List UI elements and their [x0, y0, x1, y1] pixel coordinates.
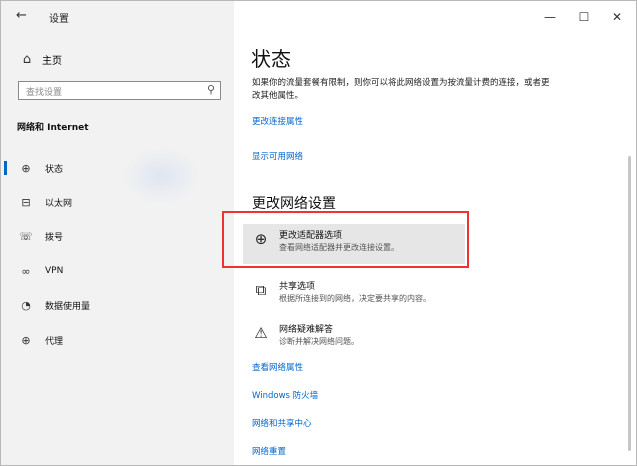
highlight-box: [222, 211, 469, 268]
close-button[interactable]: ✕: [600, 6, 634, 28]
page-title: 状态: [251, 47, 291, 71]
option-title: 共享选项: [279, 282, 316, 292]
network-troubleshooter[interactable]: ⚠ 网络疑难解答 诊断并解决网络问题。: [243, 318, 465, 358]
network-reset-link[interactable]: 网络重置: [252, 445, 286, 457]
maximize-button[interactable]: ☐: [567, 6, 601, 28]
sidebar: ⌂ 主页 查找设置 ⚲ 网络和 Internet ⊕ 状态 ⊟ 以太网 ☏ 拨号…: [1, 1, 234, 465]
sidebar-item-label: 状态: [45, 164, 64, 175]
sidebar-item-label: VPN: [45, 266, 64, 276]
sidebar-item-label: 以太网: [45, 198, 73, 209]
sidebar-home[interactable]: ⌂ 主页: [20, 52, 62, 67]
sidebar-item-label: 数据使用量: [45, 301, 91, 312]
sidebar-item-status[interactable]: ⊕ 状态: [1, 156, 234, 180]
sidebar-item-vpn[interactable]: ∞ VPN: [1, 259, 234, 283]
sidebar-item-ethernet[interactable]: ⊟ 以太网: [1, 190, 234, 214]
change-connection-properties-link[interactable]: 更改连接属性: [252, 115, 303, 127]
settings-window: ⌂ 主页 查找设置 ⚲ 网络和 Internet ⊕ 状态 ⊟ 以太网 ☏ 拨号…: [0, 0, 637, 466]
sidebar-item-data-usage[interactable]: ◔ 数据使用量: [1, 293, 234, 317]
sidebar-section-title: 网络和 Internet: [17, 123, 89, 133]
network-sharing-center-link[interactable]: 网络和共享中心: [252, 417, 312, 429]
search-icon: ⚲: [206, 83, 215, 96]
globe-status-icon: ⊕: [21, 161, 31, 175]
status-description: 如果你的流量套餐有限制，则你可以将此网络设置为按流量计费的连接，或者更改其他属性…: [252, 78, 550, 101]
scrollbar[interactable]: [628, 156, 631, 451]
option-title: 网络疑难解答: [279, 325, 334, 335]
dialup-icon: ☏: [19, 229, 33, 243]
windows-firewall-link[interactable]: Windows 防火墙: [252, 389, 318, 401]
search-placeholder: 查找设置: [26, 88, 63, 98]
section-title: 更改网络设置: [252, 196, 336, 212]
option-subtitle: 诊断并解决网络问题。: [279, 337, 359, 346]
sidebar-item-label: 拨号: [45, 232, 64, 243]
back-arrow-icon[interactable]: ←: [16, 8, 27, 23]
title-bar: ← 设置 — ☐ ✕: [1, 1, 636, 33]
sharing-icon: ⧉: [255, 281, 267, 299]
sidebar-item-label: 代理: [45, 336, 64, 347]
view-network-properties-link[interactable]: 查看网络属性: [252, 361, 303, 373]
sharing-options[interactable]: ⧉ 共享选项 根据所连接到的网络，决定要共享的内容。: [243, 275, 465, 315]
data-usage-icon: ◔: [21, 298, 31, 312]
warning-icon: ⚠: [254, 324, 268, 342]
vpn-icon: ∞: [21, 264, 31, 278]
sidebar-item-dialup[interactable]: ☏ 拨号: [1, 224, 234, 248]
search-input[interactable]: 查找设置 ⚲: [18, 81, 221, 100]
home-icon: ⌂: [22, 52, 32, 67]
minimize-button[interactable]: —: [533, 6, 567, 28]
window-title: 设置: [49, 14, 69, 25]
ethernet-icon: ⊟: [21, 195, 31, 209]
sidebar-item-proxy[interactable]: ⊕ 代理: [1, 328, 234, 352]
show-available-networks-link[interactable]: 显示可用网络: [252, 150, 303, 162]
option-subtitle: 根据所连接到的网络，决定要共享的内容。: [279, 294, 431, 303]
home-label: 主页: [42, 56, 62, 67]
proxy-icon: ⊕: [21, 333, 31, 347]
